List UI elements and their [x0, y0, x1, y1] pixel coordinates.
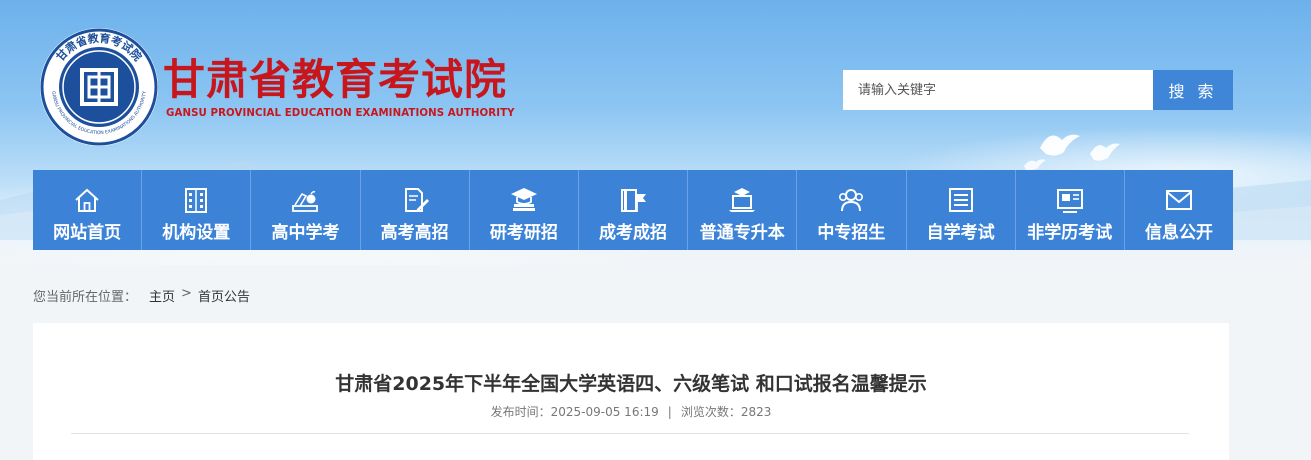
article-title: 甘肃省2025年下半年全国大学英语四、六级笔试 和口试报名温馨提示 — [335, 373, 927, 395]
building-icon — [185, 188, 208, 213]
authority-seal-logo[interactable]: 甘肃省教育考试院 GANSU PROVINCIAL EDUCATION EXAM… — [38, 26, 160, 148]
search-button[interactable]: 搜 索 — [1153, 70, 1233, 110]
mail-icon — [1165, 190, 1192, 210]
nav-item-info-disclosure[interactable]: 信息公开 — [1124, 170, 1234, 250]
site-title[interactable]: 甘肃省教育考试院 — [163, 50, 507, 110]
graduation-cap-icon — [510, 188, 537, 211]
nav-item-upgrade-exam[interactable]: 普通专升本 — [688, 170, 798, 250]
article-panel: 甘肃省2025年下半年全国大学英语四、六级笔试 和口试报名温馨提示 发布时间：2… — [33, 323, 1229, 460]
article-meta: 发布时间：2025-09-05 16:19 | 浏览次数：2823 — [33, 403, 1229, 420]
published-value: 2025-09-05 16:19 — [550, 405, 659, 419]
nav-label: 机构设置 — [162, 223, 231, 243]
breadcrumb-home-link[interactable]: 主页 — [149, 286, 175, 305]
site-title-en: GANSU PROVINCIAL EDUCATION EXAMINATIONS … — [166, 108, 515, 119]
notebook-icon — [948, 188, 973, 212]
nav-label: 中专招生 — [817, 223, 886, 243]
users-icon — [839, 189, 864, 212]
nav-item-graduate-exam[interactable]: 研考研招 — [469, 170, 579, 250]
search-input[interactable] — [843, 70, 1153, 110]
published-label: 发布时间： — [490, 405, 551, 419]
doves-decoration — [1024, 134, 1120, 171]
breadcrumb-lead: 您当前所在位置： — [33, 290, 138, 305]
nav-label: 自学考试 — [926, 223, 995, 243]
breadcrumb-separator: > — [181, 286, 192, 301]
nav-label: 信息公开 — [1144, 223, 1213, 243]
breadcrumb: 您当前所在位置： 主页 > 首页公告 — [33, 286, 250, 305]
nav-label: 非学历考试 — [1027, 223, 1113, 243]
nav-label: 成考成招 — [599, 223, 668, 243]
views-value: 2823 — [740, 405, 772, 419]
nav-label: 高中学考 — [271, 223, 340, 243]
nav-label: 普通专升本 — [699, 223, 785, 243]
document-pen-icon — [404, 188, 429, 212]
id-card-icon — [1056, 189, 1083, 213]
views-label: 浏览次数： — [680, 405, 741, 419]
article-divider — [71, 433, 1189, 434]
nav-item-secondary-enrollment[interactable]: 中专招生 — [797, 170, 907, 250]
nav-item-high-school-exam[interactable]: 高中学考 — [251, 170, 361, 250]
laptop-cap-icon — [729, 188, 756, 212]
nav-item-self-study-exam[interactable]: 自学考试 — [906, 170, 1016, 250]
books-apple-icon — [292, 191, 319, 212]
nav-label: 网站首页 — [53, 223, 122, 243]
breadcrumb-current-link[interactable]: 首页公告 — [198, 286, 250, 305]
nav-label: 高考高招 — [380, 223, 449, 243]
meta-separator: | — [667, 405, 672, 419]
main-nav: 网站首页 机构设置 高中学考 高考高招 研考研招 成考成招 普通专升本 中专招生… — [33, 170, 1234, 250]
nav-item-home[interactable]: 网站首页 — [33, 170, 143, 250]
nav-item-adult-exam[interactable]: 成考成招 — [578, 170, 689, 250]
nav-item-non-degree-exam[interactable]: 非学历考试 — [1015, 170, 1125, 250]
nav-item-organization[interactable]: 机构设置 — [142, 170, 252, 250]
home-icon — [75, 188, 99, 212]
nav-label: 研考研招 — [489, 223, 558, 243]
book-flag-icon — [621, 189, 647, 212]
nav-item-college-entrance[interactable]: 高考高招 — [360, 170, 470, 250]
